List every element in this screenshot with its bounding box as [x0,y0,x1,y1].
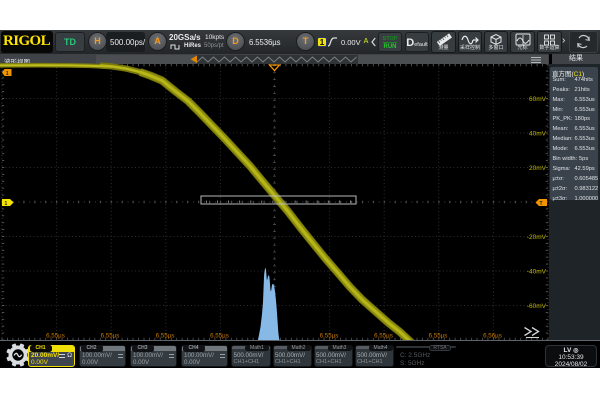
svg-text:6.55µs: 6.55µs [374,333,393,340]
svg-text:6.55µs: 6.55µs [210,333,229,340]
svg-text:6.55µs: 6.55µs [101,333,120,340]
svg-text:40mV: 40mV [529,131,547,138]
svg-text:6.55µs: 6.55µs [429,333,448,340]
svg-text:-20mV: -20mV [527,234,547,241]
svg-text:6.55µs: 6.55µs [320,333,339,340]
svg-text:6.56µs: 6.56µs [483,333,502,340]
svg-text:60mV: 60mV [529,96,547,103]
svg-text:6.55µs: 6.55µs [46,333,65,340]
svg-text:6.55µs: 6.55µs [156,333,175,340]
svg-text:20mV: 20mV [529,165,547,172]
svg-text:T: T [540,201,543,207]
svg-text:-60mV: -60mV [527,303,547,310]
svg-text:1: 1 [5,201,8,207]
svg-text:1: 1 [6,71,9,77]
svg-text:-40mV: -40mV [527,269,547,276]
